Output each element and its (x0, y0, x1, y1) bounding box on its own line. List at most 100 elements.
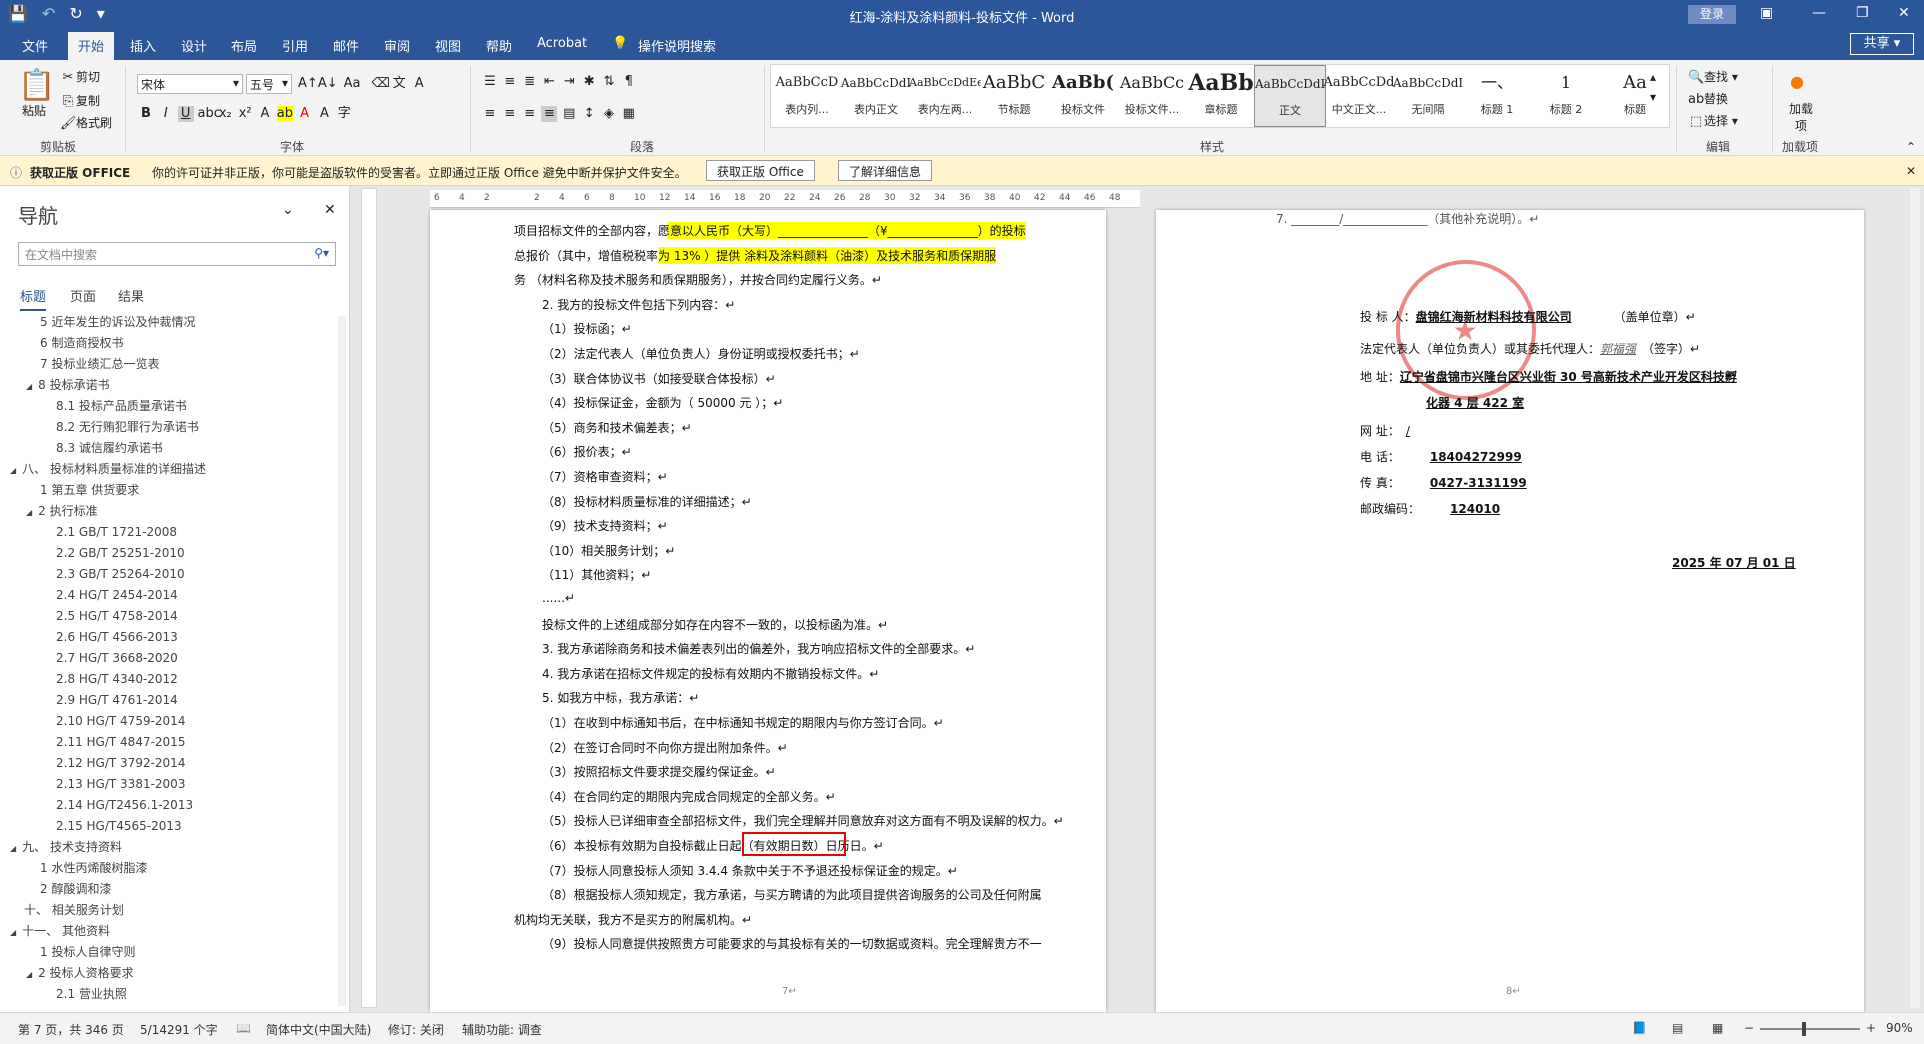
collapse-arrow-icon[interactable]: ◢ (10, 928, 16, 937)
copy-button[interactable]: ⎘ 复制 (60, 92, 100, 110)
char-border-icon[interactable]: A (411, 76, 427, 92)
style-item[interactable]: AaBb 章标题 (1185, 65, 1257, 127)
style-item[interactable]: AaBbC 节标题 (978, 65, 1050, 127)
show-marks-icon[interactable]: ¶ (621, 74, 637, 90)
nav-scrollbar[interactable] (338, 316, 346, 1006)
highlight-icon[interactable]: ab (276, 106, 293, 122)
chinese-layout-icon[interactable]: ✱ (581, 74, 597, 90)
enclose-char-icon[interactable]: 字 (336, 106, 352, 122)
replace-button[interactable]: ab替换 (1688, 90, 1728, 108)
style-item[interactable]: 一、 标题 1 (1461, 65, 1533, 127)
nav-heading-item[interactable]: 6 制造商授权书 (40, 333, 123, 354)
nav-heading-item[interactable]: ◢ 十一、 其他资料 (10, 921, 110, 942)
get-genuine-button[interactable]: 获取正版 Office (706, 160, 815, 181)
nav-tab-results[interactable]: 结果 (118, 286, 144, 305)
accessibility-status[interactable]: 辅助功能: 调查 (462, 1021, 542, 1038)
minimize-icon[interactable]: — (1812, 5, 1826, 21)
shading-icon[interactable]: ◈ (601, 106, 617, 122)
distributed-icon[interactable]: ▤ (561, 106, 577, 122)
nav-heading-item[interactable]: ◢ 2 执行标准 (26, 501, 98, 522)
nav-heading-item[interactable]: 8.3 诚信履约承诺书 (56, 438, 163, 459)
nav-heading-item[interactable]: 2.5 HG/T 4758-2014 (56, 606, 178, 627)
paste-button[interactable]: 粘贴 (22, 102, 46, 119)
tab-view[interactable]: 视图 (435, 36, 461, 55)
nav-heading-item[interactable]: 2.8 HG/T 4340-2012 (56, 669, 178, 690)
ribbon-display-icon[interactable]: ▣ (1760, 5, 1773, 21)
align-left-icon[interactable]: ≡ (482, 106, 498, 122)
align-center-icon[interactable]: ≡ (502, 106, 518, 122)
nav-heading-item[interactable]: 2.9 HG/T 4761-2014 (56, 690, 178, 711)
nav-heading-item[interactable]: 7 投标业绩汇总一览表 (40, 354, 159, 375)
page-count[interactable]: 第 7 页，共 346 页 (18, 1021, 124, 1038)
style-item[interactable]: AaBbCcDdI 无间隔 (1392, 65, 1464, 127)
underline-icon[interactable]: U (177, 106, 194, 122)
login-button[interactable]: 登录 (1688, 5, 1736, 24)
paste-icon[interactable]: 📋 (18, 68, 55, 103)
style-item[interactable]: AaBbCcDd 中文正文... (1323, 65, 1395, 127)
tab-review[interactable]: 审阅 (384, 36, 410, 55)
style-item[interactable]: 1 标题 2 (1530, 65, 1602, 127)
nav-heading-item[interactable]: ◢ 2 投标人资格要求 (26, 963, 134, 984)
numbering-icon[interactable]: ≡ (502, 74, 518, 90)
text-effects-icon[interactable]: A (257, 106, 273, 122)
collapse-arrow-icon[interactable]: ◢ (10, 844, 16, 853)
style-item[interactable]: AaBbCcD 表内列... (771, 65, 843, 127)
addin-icon[interactable]: ● (1790, 72, 1804, 91)
nav-heading-item[interactable]: 5 近年发生的诉讼及仲裁情况 (40, 312, 195, 333)
sort-icon[interactable]: ⇅ (601, 74, 617, 90)
tab-file[interactable]: 文件 (22, 36, 48, 55)
bullets-icon[interactable]: ☰ (482, 74, 498, 90)
font-size-combo[interactable]: 五号 ▾ (246, 74, 292, 94)
close-icon[interactable]: ✕ (1898, 5, 1910, 21)
learn-more-button[interactable]: 了解详细信息 (838, 160, 933, 181)
language[interactable]: 简体中文(中国大陆) (266, 1021, 371, 1038)
nav-heading-item[interactable]: 1 第五章 供货要求 (40, 480, 139, 501)
nav-heading-item[interactable]: 2.3 GB/T 25264-2010 (56, 564, 185, 585)
zoom-level[interactable]: 90% (1886, 1021, 1913, 1035)
collapse-arrow-icon[interactable]: ◢ (26, 508, 32, 517)
nav-heading-item[interactable]: 8.1 投标产品质量承诺书 (56, 396, 187, 417)
addin-button[interactable]: 加载项 (1786, 100, 1816, 134)
style-item[interactable]: Aa 标题 (1599, 65, 1671, 127)
nav-heading-item[interactable]: 2.10 HG/T 4759-2014 (56, 711, 185, 732)
tell-me-search[interactable]: 操作说明搜索 (638, 36, 716, 55)
collapse-arrow-icon[interactable]: ◢ (26, 382, 32, 391)
share-button[interactable]: 共享 ▾ (1850, 33, 1914, 55)
superscript-icon[interactable]: x² (237, 106, 253, 122)
nav-heading-item[interactable]: 2.7 HG/T 3668-2020 (56, 648, 178, 669)
nav-close-icon[interactable]: ✕ (324, 202, 336, 218)
restore-icon[interactable]: ❐ (1856, 5, 1869, 21)
line-spacing-icon[interactable]: ↕ (581, 106, 597, 122)
increase-indent-icon[interactable]: ⇥ (561, 74, 577, 90)
nav-heading-item[interactable]: 1 水性丙烯酸树脂漆 (40, 858, 147, 879)
nav-search-input[interactable]: 在文档中搜索 ⚲▾ (18, 242, 336, 266)
proofing-icon[interactable]: 📖 (236, 1021, 251, 1035)
read-mode-icon[interactable]: 📘 (1632, 1021, 1647, 1035)
zoom-slider-thumb[interactable] (1802, 1022, 1806, 1036)
search-icon[interactable]: ⚲▾ (314, 246, 329, 260)
tab-layout[interactable]: 布局 (231, 36, 257, 55)
subscript-icon[interactable]: x₂ (217, 106, 233, 122)
nav-heading-item[interactable]: 2 醇酸调和漆 (40, 879, 111, 900)
nav-heading-item[interactable]: ◢ 8 投标承诺书 (26, 375, 110, 396)
nav-heading-item[interactable]: 2.13 HG/T 3381-2003 (56, 774, 185, 795)
track-changes-status[interactable]: 修订: 关闭 (388, 1021, 444, 1038)
collapse-arrow-icon[interactable]: ◢ (26, 970, 32, 979)
decrease-indent-icon[interactable]: ⇤ (541, 74, 557, 90)
nav-heading-item[interactable]: 2.1 GB/T 1721-2008 (56, 522, 177, 543)
nav-heading-item[interactable]: 2.14 HG/T2456.1-2013 (56, 795, 193, 816)
collapse-ribbon-icon[interactable]: ⌃ (1906, 140, 1916, 154)
styles-scroll-down[interactable]: ▾ (1650, 90, 1656, 104)
multilevel-list-icon[interactable]: ≣ (522, 74, 538, 90)
nav-options-icon[interactable]: ⌄ (282, 202, 294, 218)
tab-help[interactable]: 帮助 (486, 36, 512, 55)
nav-heading-item[interactable]: 2.12 HG/T 3792-2014 (56, 753, 185, 774)
print-layout-icon[interactable]: ▤ (1672, 1021, 1683, 1035)
style-item[interactable]: AaBbCc 投标文件... (1116, 65, 1188, 127)
strikethrough-icon[interactable]: abc (197, 106, 220, 122)
tab-acrobat[interactable]: Acrobat (537, 36, 587, 51)
justify-icon[interactable]: ≡ (541, 106, 558, 122)
web-layout-icon[interactable]: ▦ (1712, 1021, 1723, 1035)
document-scrollbar[interactable] (1910, 188, 1920, 1008)
word-count[interactable]: 5/14291 个字 (140, 1021, 218, 1038)
